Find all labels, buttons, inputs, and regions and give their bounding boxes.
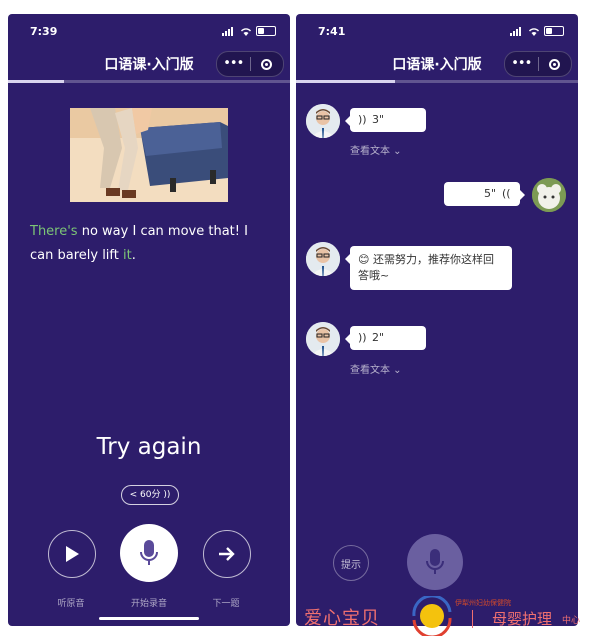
watermark-logo-icon	[412, 596, 452, 636]
miniapp-capsule: •••	[216, 51, 284, 77]
close-miniapp-button[interactable]	[539, 58, 572, 70]
lesson-progress-bar	[8, 80, 290, 83]
home-indicator	[99, 617, 199, 620]
user-voice-message[interactable]: 5" ((	[444, 182, 525, 206]
teacher-voice-message[interactable]: )) 3"	[345, 108, 426, 132]
miniapp-capsule: •••	[504, 51, 572, 77]
user-avatar	[532, 178, 566, 212]
listen-original-button[interactable]	[48, 530, 96, 578]
play-icon	[66, 546, 79, 562]
view-text-link[interactable]: 查看文本 ⌄	[350, 142, 402, 157]
next-question-button[interactable]	[203, 530, 251, 578]
watermark-center-text: 母婴护理	[492, 610, 553, 628]
voice-duration: 2"	[372, 331, 385, 344]
status-bar: 7:39	[8, 22, 290, 40]
teacher-avatar	[306, 322, 340, 356]
battery-icon	[544, 26, 564, 36]
right-phone-screen: 7:41 口语课·入门版 ••• )) 3" 查看文本 ⌄ 5" (( 😊 还需…	[296, 14, 578, 626]
watermark-small-text: 伊犁州妇幼保健院	[455, 599, 511, 607]
battery-icon	[256, 26, 276, 36]
teacher-avatar	[306, 104, 340, 138]
sentence-highlight-end[interactable]: it	[123, 248, 132, 263]
watermark-divider	[472, 610, 473, 628]
teacher-voice-message[interactable]: )) 2"	[345, 326, 426, 350]
watermark: 爱心宝贝 伊犁州妇幼保健院 母婴护理 中心	[300, 596, 590, 636]
wifi-icon	[240, 27, 252, 36]
watermark-brand: 爱心宝贝	[304, 608, 380, 629]
next-question-label: 下一题	[212, 599, 240, 609]
view-text-link[interactable]: 查看文本 ⌄	[350, 361, 402, 376]
voice-duration: 3"	[372, 113, 385, 126]
start-recording-label: 开始录音	[130, 599, 167, 609]
listen-original-label: 听原音	[57, 599, 85, 609]
voice-duration: 5"	[484, 187, 497, 200]
score-badge[interactable]: < 60分 ))	[121, 485, 179, 505]
more-menu-button[interactable]: •••	[217, 52, 250, 76]
status-icons	[222, 26, 276, 36]
target-icon	[261, 58, 273, 70]
lesson-illustration	[70, 108, 228, 202]
practice-sentence: There's no way I can move that! I can ba…	[30, 220, 270, 268]
target-icon	[549, 58, 561, 70]
status-icons	[510, 26, 564, 36]
sentence-highlight-start[interactable]: There's	[30, 224, 78, 239]
microphone-icon	[426, 549, 444, 574]
result-text: Try again	[96, 434, 202, 460]
signal-icon	[510, 26, 524, 36]
watermark-suffix: 中心	[562, 616, 581, 626]
sound-wave-icon: ))	[358, 113, 367, 126]
teacher-avatar	[306, 242, 340, 276]
close-miniapp-button[interactable]	[251, 58, 284, 70]
arrow-right-icon	[219, 547, 235, 561]
signal-icon	[222, 26, 236, 36]
status-time: 7:39	[30, 25, 58, 38]
sentence-end: .	[131, 248, 136, 263]
teacher-text-message: 😊 还需努力，推荐你这样回答哦~	[345, 246, 512, 290]
more-menu-button[interactable]: •••	[505, 52, 538, 76]
status-time: 7:41	[318, 25, 346, 38]
lesson-progress-bar	[296, 80, 578, 83]
lesson-progress-fill	[296, 80, 395, 83]
status-bar: 7:41	[296, 22, 578, 40]
left-phone-screen: 7:39 口语课·入门版 ••• There's no way I can mo…	[8, 14, 290, 626]
hint-button[interactable]: 提示	[333, 545, 369, 581]
wifi-icon	[528, 27, 540, 36]
microphone-icon	[140, 540, 158, 565]
record-button[interactable]	[407, 534, 463, 590]
start-recording-button[interactable]	[120, 524, 178, 582]
sound-wave-icon: ((	[502, 187, 511, 200]
lesson-progress-fill	[8, 80, 65, 83]
sound-wave-icon: ))	[358, 331, 367, 344]
